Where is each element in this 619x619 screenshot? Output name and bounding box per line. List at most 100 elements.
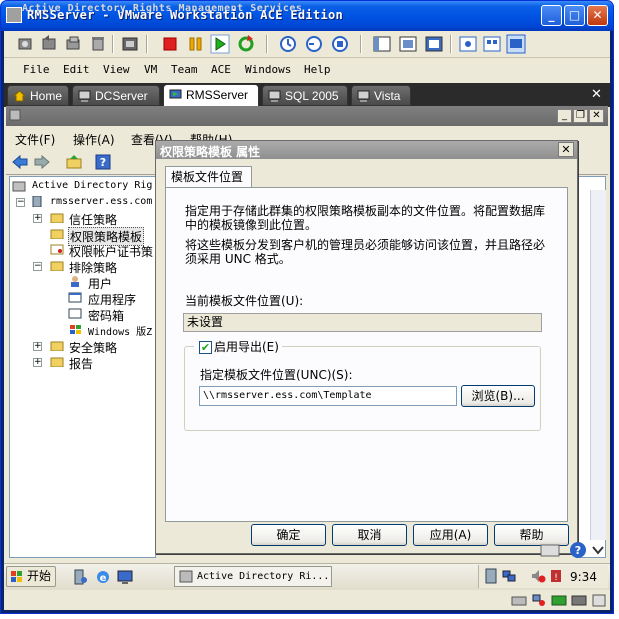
security-alert-icon[interactable]: ! <box>549 568 563 584</box>
help-circle-icon[interactable]: ? <box>569 541 587 559</box>
tab-home[interactable]: Home <box>7 85 69 106</box>
message-log-icon[interactable] <box>592 594 606 607</box>
tree-item-security-policies[interactable]: 安全策略 <box>69 339 117 356</box>
volume-muted-icon[interactable] <box>530 568 546 584</box>
tray-app-icon[interactable] <box>484 568 498 584</box>
apply-button[interactable]: 应用(A) <box>413 524 488 546</box>
mmc-minimize-button[interactable]: _ <box>557 109 572 123</box>
vm-icon <box>78 90 91 102</box>
browse-button[interactable]: 浏览(B)... <box>461 385 535 407</box>
fullscreen-icon[interactable] <box>398 34 418 54</box>
menu-edit[interactable]: Edit <box>63 63 90 76</box>
tab-sql-2005[interactable]: SQL 2005 <box>262 85 348 106</box>
tab-rmsserver[interactable]: RMSServer <box>163 84 259 107</box>
console-view-icon[interactable] <box>506 34 526 54</box>
stop-icon[interactable] <box>160 34 180 54</box>
snapshot-revert-icon[interactable] <box>304 34 324 54</box>
mmc-close-button[interactable]: ✕ <box>589 109 604 123</box>
snapshot-take-icon[interactable] <box>278 34 298 54</box>
start-button[interactable]: 开始 <box>6 566 56 587</box>
menu-ace[interactable]: ACE <box>211 63 231 76</box>
network-icon[interactable] <box>502 568 516 584</box>
windows-logo-icon <box>11 571 22 582</box>
unc-location-input[interactable]: \\rmsserver.ess.com\Template <box>199 386 457 406</box>
tab-close-button[interactable]: ✕ <box>591 87 602 102</box>
expand-collapse-icon[interactable]: + <box>33 214 42 223</box>
expand-collapse-icon[interactable]: − <box>33 262 42 271</box>
server-manager-icon[interactable] <box>72 569 88 585</box>
current-location-label: 当前模板文件位置(U): <box>185 294 304 308</box>
usb-device-icon[interactable] <box>551 594 567 607</box>
expand-collapse-icon[interactable]: − <box>16 198 25 207</box>
mmc-app-icon <box>9 109 21 121</box>
snapshot-icon[interactable] <box>16 34 36 54</box>
back-arrow-icon[interactable] <box>12 154 28 170</box>
quick-switch-icon[interactable] <box>424 34 444 54</box>
maximize-button[interactable]: □ <box>564 5 585 26</box>
sidebar-toggle-icon[interactable] <box>372 34 392 54</box>
home-icon <box>13 90 26 102</box>
mmc-menu-file[interactable]: 文件(F) <box>15 131 55 148</box>
mmc-menu-action[interactable]: 操作(A) <box>73 131 115 148</box>
tree-item-applications[interactable]: 应用程序 <box>88 291 136 308</box>
cancel-button[interactable]: 取消 <box>332 524 407 546</box>
tree-server[interactable]: rmsserver.ess.com <box>50 196 152 207</box>
menu-view[interactable]: View <box>103 63 130 76</box>
menu-team[interactable]: Team <box>171 63 198 76</box>
chevron-down-icon[interactable] <box>591 543 605 557</box>
tree-item-trust-policy[interactable]: 信任策略 <box>69 211 117 228</box>
snapshot-manager-icon[interactable] <box>64 34 84 54</box>
mmc-title-bar[interactable] <box>6 106 608 126</box>
toolbar-separator <box>266 35 268 53</box>
vm-tab-bar: Home DCServer RMSServer SQL 2005 Vista ✕ <box>4 83 610 107</box>
expand-collapse-icon[interactable]: + <box>33 358 42 367</box>
snapshot-list-icon[interactable] <box>330 34 350 54</box>
sound-card-icon[interactable] <box>571 594 587 607</box>
svg-text:?: ? <box>100 156 106 169</box>
tab-vista[interactable]: Vista <box>351 85 411 106</box>
toolbar-separator <box>450 35 452 53</box>
network-adapter-icon[interactable] <box>531 593 547 608</box>
tree-item-lockbox[interactable]: 密码箱 <box>88 307 124 324</box>
menu-windows[interactable]: Windows <box>245 63 291 76</box>
hard-disk-icon[interactable] <box>511 594 527 607</box>
ok-button[interactable]: 确定 <box>251 524 326 546</box>
tree-root[interactable]: Active Directory Rig <box>32 180 152 191</box>
tree-item-exclusion-policies[interactable]: 排除策略 <box>69 259 117 276</box>
tree-item-users[interactable]: 用户 <box>88 275 112 292</box>
taskbar-button-ad-rms[interactable]: Active Directory Ri... <box>174 566 332 587</box>
description-text-1: 指定用于存储此群集的权限策略模板副本的文件位置。将配置数据库中的模板镜像到此位置… <box>185 204 546 232</box>
menu-vm[interactable]: VM <box>144 63 157 76</box>
tree-item-rights-account-cert-policy[interactable]: 权限帐户证书策 <box>69 243 153 260</box>
enable-export-checkbox[interactable]: ✔ <box>199 341 212 354</box>
folder-icon <box>50 261 64 271</box>
show-desktop-icon[interactable] <box>117 569 133 585</box>
vertical-scrollbar[interactable] <box>590 190 606 540</box>
appliance-view-icon[interactable] <box>482 34 502 54</box>
reset-icon[interactable] <box>236 34 256 54</box>
up-folder-icon[interactable] <box>66 154 82 170</box>
menu-file[interactable]: File <box>23 63 50 76</box>
summary-view-icon[interactable] <box>458 34 478 54</box>
menu-help[interactable]: Help <box>304 63 331 76</box>
tree-item-reports[interactable]: 报告 <box>69 355 93 372</box>
expand-collapse-icon[interactable]: + <box>33 342 42 351</box>
help-icon[interactable]: ? <box>95 154 111 170</box>
vm-icon <box>268 90 281 102</box>
dialog-close-button[interactable]: ✕ <box>558 142 574 157</box>
tree-item-windows-version[interactable]: Windows 版Z <box>88 323 152 338</box>
minimize-button[interactable]: _ <box>541 5 562 26</box>
pause-icon[interactable] <box>186 34 206 54</box>
forward-arrow-icon[interactable] <box>34 154 50 170</box>
capture-icon[interactable] <box>120 34 140 54</box>
windows-logo-icon <box>70 325 81 334</box>
keyboard-icon[interactable] <box>540 542 560 558</box>
play-icon[interactable] <box>210 34 230 54</box>
tab-dcserver[interactable]: DCServer <box>72 85 160 106</box>
mmc-restore-button[interactable]: ❐ <box>573 109 588 123</box>
tab-template-location[interactable]: 模板文件位置 <box>165 166 252 188</box>
trash-icon[interactable] <box>88 34 108 54</box>
internet-explorer-icon[interactable]: e <box>95 569 111 585</box>
revert-snapshot-icon[interactable] <box>40 34 60 54</box>
close-button[interactable]: ✕ <box>587 5 608 26</box>
